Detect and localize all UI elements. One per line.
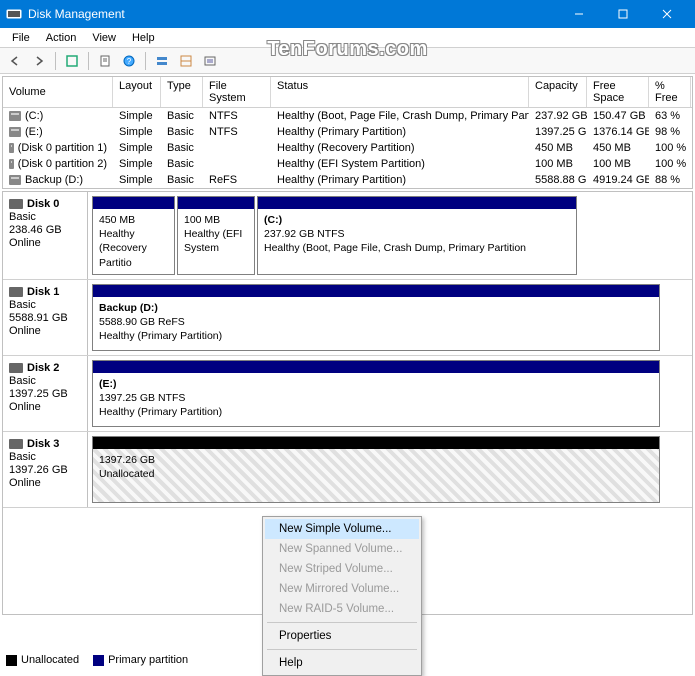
refresh-icon[interactable] <box>61 50 83 72</box>
partition[interactable]: 450 MBHealthy (Recovery Partitio <box>92 196 175 275</box>
volume-row[interactable]: (C:)SimpleBasicNTFSHealthy (Boot, Page F… <box>3 108 692 124</box>
volume-row[interactable]: (E:)SimpleBasicNTFSHealthy (Primary Part… <box>3 124 692 140</box>
context-item: New Spanned Volume... <box>265 539 419 559</box>
partition[interactable]: (E:)1397.25 GB NTFSHealthy (Primary Part… <box>92 360 660 427</box>
drive-icon <box>9 111 21 121</box>
col-status[interactable]: Status <box>271 77 529 107</box>
window-title: Disk Management <box>28 7 125 21</box>
disk-icon <box>9 287 23 297</box>
partition[interactable]: Backup (D:)5588.90 GB ReFSHealthy (Prima… <box>92 284 660 351</box>
menu-file[interactable]: File <box>4 30 38 46</box>
svg-text:?: ? <box>127 57 132 66</box>
col-free[interactable]: Free Space <box>587 77 649 107</box>
menu-help[interactable]: Help <box>124 30 163 46</box>
col-pct[interactable]: % Free <box>649 77 691 107</box>
minimize-button[interactable] <box>557 0 601 28</box>
partition-unallocated[interactable]: 1397.26 GBUnallocated <box>92 436 660 503</box>
toolbar: ? <box>0 48 695 74</box>
volume-row[interactable]: Backup (D:)SimpleBasicReFSHealthy (Prima… <box>3 172 692 188</box>
legend-unalloc-swatch <box>6 655 17 666</box>
legend-primary-label: Primary partition <box>108 654 188 666</box>
disk-label[interactable]: Disk 3Basic1397.26 GBOnline <box>3 432 88 507</box>
forward-button[interactable] <box>28 50 50 72</box>
menu-view[interactable]: View <box>84 30 124 46</box>
menu-action[interactable]: Action <box>38 30 85 46</box>
col-volume[interactable]: Volume <box>3 77 113 107</box>
help-icon[interactable]: ? <box>118 50 140 72</box>
partition[interactable]: (C:)237.92 GB NTFSHealthy (Boot, Page Fi… <box>257 196 577 275</box>
drive-icon <box>9 143 14 153</box>
titlebar: Disk Management <box>0 0 695 28</box>
col-type[interactable]: Type <box>161 77 203 107</box>
drive-icon <box>9 127 21 137</box>
volume-list: Volume Layout Type File System Status Ca… <box>2 76 693 189</box>
context-item: New RAID-5 Volume... <box>265 599 419 619</box>
legend: Unallocated Primary partition <box>6 654 188 666</box>
col-fs[interactable]: File System <box>203 77 271 107</box>
tool-icon-3[interactable] <box>199 50 221 72</box>
drive-icon <box>9 159 14 169</box>
disk-icon <box>9 199 23 209</box>
context-item[interactable]: Properties <box>265 626 419 646</box>
disk-icon <box>9 439 23 449</box>
context-item: New Striped Volume... <box>265 559 419 579</box>
volume-row[interactable]: (Disk 0 partition 1)SimpleBasicHealthy (… <box>3 140 692 156</box>
tool-icon-1[interactable] <box>151 50 173 72</box>
context-item[interactable]: New Simple Volume... <box>265 519 419 539</box>
context-item[interactable]: Help <box>265 653 419 673</box>
drive-icon <box>9 175 21 185</box>
disk-label[interactable]: Disk 1Basic5588.91 GBOnline <box>3 280 88 355</box>
disk-row: Disk 0Basic238.46 GBOnline450 MBHealthy … <box>3 192 692 280</box>
menubar: File Action View Help <box>0 28 695 48</box>
volume-list-header: Volume Layout Type File System Status Ca… <box>3 77 692 108</box>
app-icon <box>6 6 22 22</box>
close-button[interactable] <box>645 0 689 28</box>
legend-primary-swatch <box>93 655 104 666</box>
legend-unalloc-label: Unallocated <box>21 654 79 666</box>
context-separator <box>267 649 417 650</box>
back-button[interactable] <box>4 50 26 72</box>
disk-label[interactable]: Disk 2Basic1397.25 GBOnline <box>3 356 88 431</box>
disk-row: Disk 2Basic1397.25 GBOnline(E:)1397.25 G… <box>3 356 692 432</box>
tool-icon-2[interactable] <box>175 50 197 72</box>
disk-label[interactable]: Disk 0Basic238.46 GBOnline <box>3 192 88 279</box>
col-capacity[interactable]: Capacity <box>529 77 587 107</box>
context-separator <box>267 622 417 623</box>
context-menu: New Simple Volume...New Spanned Volume..… <box>262 516 422 676</box>
volume-row[interactable]: (Disk 0 partition 2)SimpleBasicHealthy (… <box>3 156 692 172</box>
maximize-button[interactable] <box>601 0 645 28</box>
disk-icon <box>9 363 23 373</box>
col-layout[interactable]: Layout <box>113 77 161 107</box>
disk-row: Disk 3Basic1397.26 GBOnline1397.26 GBUna… <box>3 432 692 508</box>
context-item: New Mirrored Volume... <box>265 579 419 599</box>
disk-row: Disk 1Basic5588.91 GBOnlineBackup (D:)55… <box>3 280 692 356</box>
partition[interactable]: 100 MBHealthy (EFI System <box>177 196 255 275</box>
properties-icon[interactable] <box>94 50 116 72</box>
